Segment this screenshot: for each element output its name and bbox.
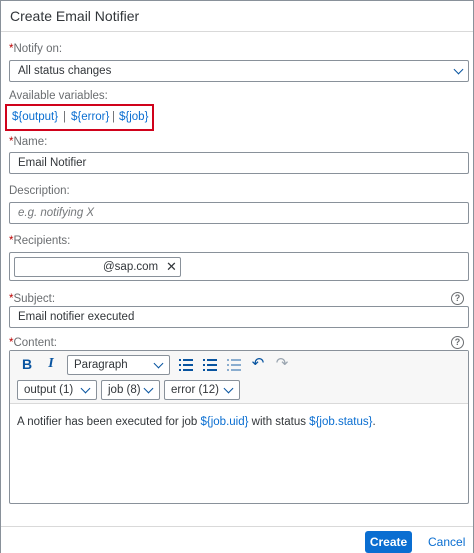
insert-job-label: job (8): [108, 384, 141, 396]
create-button[interactable]: Create: [365, 531, 412, 553]
help-icon[interactable]: ?: [451, 336, 464, 349]
recipients-label: *Recipients:: [9, 235, 70, 247]
insert-error-select[interactable]: error (12): [164, 380, 240, 400]
notify-on-select[interactable]: All status changes: [9, 60, 469, 82]
recipient-token: @sap.com ✕: [14, 257, 181, 277]
insert-job-select[interactable]: job (8): [101, 380, 160, 400]
dialog-header: Create Email Notifier: [1, 1, 473, 32]
paragraph-format-select[interactable]: Paragraph: [67, 355, 170, 375]
notify-on-label-text: Notify on:: [13, 43, 63, 55]
subject-input-value: Email notifier executed: [18, 311, 135, 323]
variable-separator: |: [112, 111, 115, 123]
chevron-down-icon: [153, 358, 164, 369]
content-text: A notifier has been executed for job: [17, 416, 201, 428]
variable-output-link[interactable]: ${output}: [12, 111, 58, 123]
content-text: .: [372, 416, 376, 428]
redo-icon: ↷: [275, 355, 289, 372]
recipients-label-text: Recipients:: [13, 235, 71, 247]
undo-icon[interactable]: ↶: [249, 354, 267, 372]
chevron-down-icon[interactable]: [453, 64, 464, 75]
cancel-button[interactable]: Cancel: [428, 531, 465, 553]
variable-job-link[interactable]: ${job}: [119, 111, 148, 123]
close-icon[interactable]: ✕: [166, 259, 177, 275]
help-icon[interactable]: ?: [451, 292, 464, 305]
editor-toolbar: B I Paragraph ↶ ↷ output (1) job (8) err…: [10, 351, 468, 404]
paragraph-format-value: Paragraph: [74, 359, 128, 371]
insert-output-select[interactable]: output (1): [17, 380, 97, 400]
variable-error-link[interactable]: ${error}: [71, 111, 109, 123]
content-label: *Content:: [9, 337, 57, 349]
subject-label: *Subject:: [9, 293, 55, 305]
description-input[interactable]: e.g. notifying X: [9, 202, 469, 224]
italic-button[interactable]: I: [42, 356, 60, 372]
description-label: Description:: [9, 185, 70, 197]
indent-icon: [227, 359, 241, 371]
variable-job-status: ${job.status}: [309, 416, 373, 428]
name-label: *Name:: [9, 136, 47, 148]
name-label-text: Name:: [13, 136, 48, 148]
chevron-down-icon: [143, 383, 154, 394]
available-variables-label: Available variables:: [9, 90, 108, 102]
notify-on-value: All status changes: [18, 65, 112, 77]
rich-text-editor[interactable]: B I Paragraph ↶ ↷ output (1) job (8) err…: [9, 350, 469, 504]
subject-input[interactable]: Email notifier executed: [9, 306, 469, 328]
insert-output-label: output (1): [24, 384, 74, 396]
content-text: with status: [248, 416, 310, 428]
subject-label-text: Subject:: [13, 293, 56, 305]
chevron-down-icon: [80, 383, 91, 394]
available-variables-highlight: ${output} | ${error} | ${job}: [5, 104, 154, 131]
bullet-list-icon[interactable]: [179, 359, 193, 371]
dialog-footer: Create Cancel: [1, 526, 473, 553]
name-input-value: Email Notifier: [18, 157, 87, 169]
name-input[interactable]: Email Notifier: [9, 152, 469, 174]
editor-content[interactable]: A notifier has been executed for job ${j…: [17, 416, 376, 428]
create-email-notifier-dialog: Create Email Notifier *Notify on: All st…: [0, 0, 474, 553]
recipients-input[interactable]: @sap.com ✕: [9, 252, 469, 281]
recipient-token-text: @sap.com: [103, 261, 159, 273]
dialog-title: Create Email Notifier: [10, 8, 140, 24]
notify-on-label: *Notify on:: [9, 43, 62, 55]
insert-error-label: error (12): [171, 384, 219, 396]
description-placeholder: e.g. notifying X: [18, 207, 95, 219]
numbered-list-icon[interactable]: [203, 359, 217, 371]
content-label-text: Content:: [13, 337, 57, 349]
variable-separator: |: [63, 111, 66, 123]
variable-job-uid: ${job.uid}: [200, 416, 249, 428]
bold-button[interactable]: B: [18, 356, 36, 372]
chevron-down-icon: [223, 383, 234, 394]
